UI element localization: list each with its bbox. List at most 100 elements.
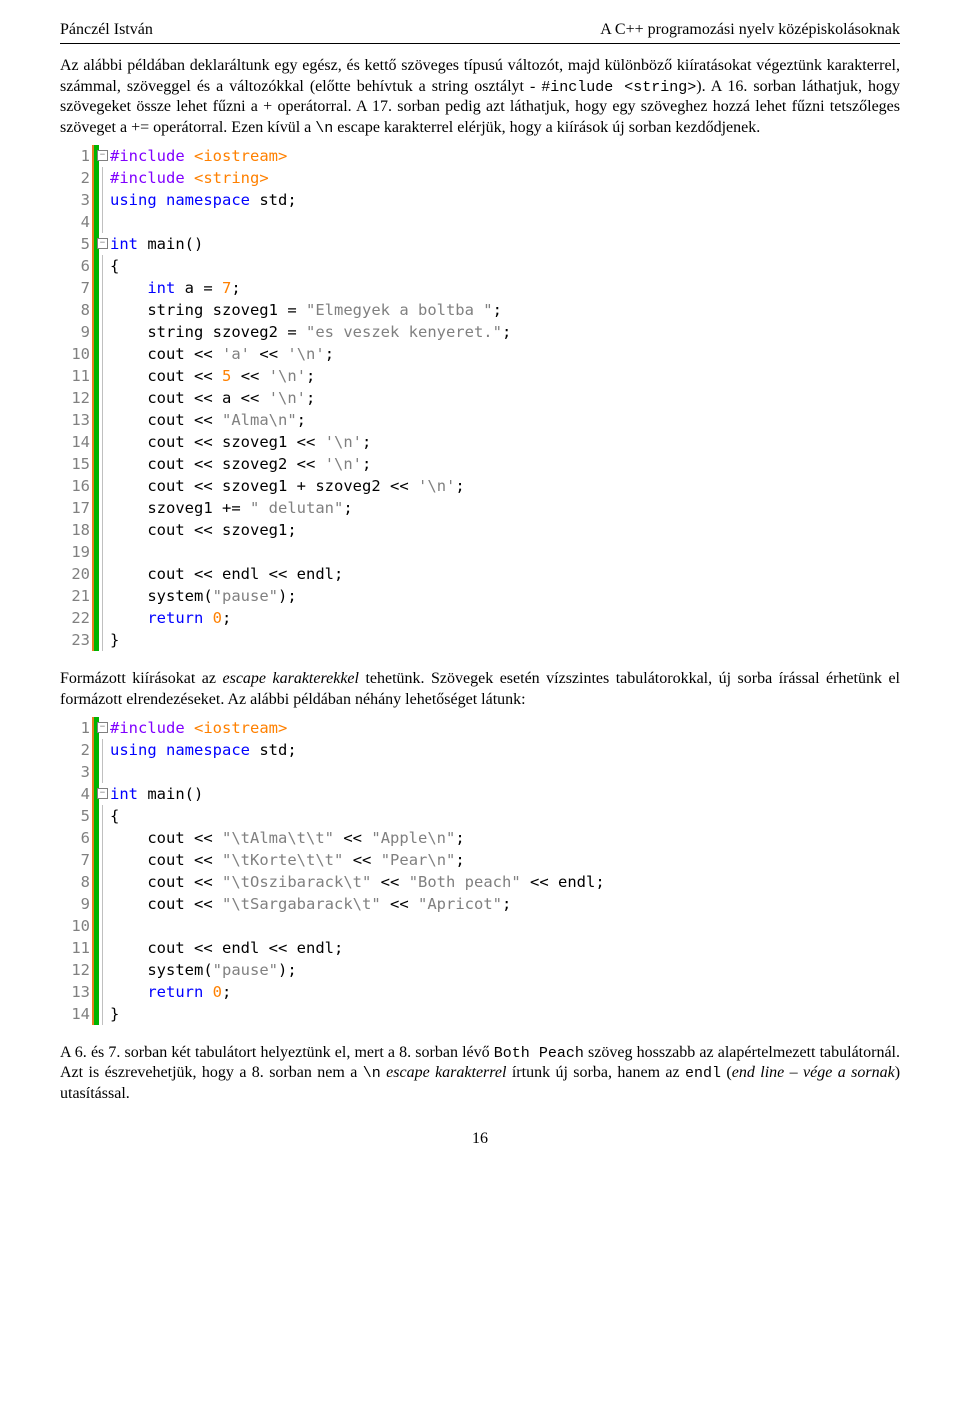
code-text <box>106 915 110 937</box>
para3-esc: \n <box>363 1065 381 1082</box>
code-text: int a = 7; <box>106 277 241 299</box>
line-number: 11 <box>60 365 92 387</box>
gutter-marker: − <box>92 145 106 167</box>
code-text: string szoveg2 = "es veszek kenyeret."; <box>106 321 511 343</box>
gutter-marker <box>92 849 106 871</box>
paragraph-1: Az alábbi példában deklaráltunk egy egés… <box>60 56 900 139</box>
gutter-marker <box>92 981 106 1003</box>
line-number: 7 <box>60 277 92 299</box>
gutter-marker <box>92 629 106 651</box>
header-author: Pánczél István <box>60 20 153 41</box>
header-title: A C++ programozási nyelv középiskolásokn… <box>600 20 900 41</box>
gutter-marker <box>92 1003 106 1025</box>
paragraph-3: A 6. és 7. sorban két tabulátort helyezt… <box>60 1043 900 1105</box>
code-text: cout << endl << endl; <box>106 937 343 959</box>
code-line: 12 cout << a << '\n'; <box>60 387 900 409</box>
para3-it2: end line – vége a sornak <box>732 1064 895 1081</box>
code-line: 2#include <string> <box>60 167 900 189</box>
code-text: cout << szoveg1 + szoveg2 << '\n'; <box>106 475 465 497</box>
gutter-marker <box>92 959 106 981</box>
line-number: 2 <box>60 739 92 761</box>
code-text <box>106 541 110 563</box>
code-text: { <box>106 255 119 277</box>
para3-code2: endl <box>685 1065 721 1082</box>
code-text: return 0; <box>106 607 231 629</box>
line-number: 10 <box>60 343 92 365</box>
code-text <box>106 211 110 233</box>
line-number: 14 <box>60 1003 92 1025</box>
code-line: 3using namespace std; <box>60 189 900 211</box>
code-line: 9 string szoveg2 = "es veszek kenyeret."… <box>60 321 900 343</box>
code-text: system("pause"); <box>106 959 297 981</box>
line-number: 16 <box>60 475 92 497</box>
para2-b: escape karakterekkel <box>223 670 359 687</box>
gutter-marker <box>92 893 106 915</box>
line-number: 5 <box>60 233 92 255</box>
gutter-marker <box>92 343 106 365</box>
line-number: 2 <box>60 167 92 189</box>
para1-esc: \n <box>315 120 333 137</box>
code-line: 7 cout << "\tKorte\t\t" << "Pear\n"; <box>60 849 900 871</box>
code-line: 8 string szoveg1 = "Elmegyek a boltba "; <box>60 299 900 321</box>
code-text: szoveg1 += " delutan"; <box>106 497 353 519</box>
line-number: 22 <box>60 607 92 629</box>
code-line: 23} <box>60 629 900 651</box>
gutter-marker <box>92 453 106 475</box>
gutter-marker <box>92 189 106 211</box>
gutter-marker <box>92 431 106 453</box>
code-line: 12 system("pause"); <box>60 959 900 981</box>
code-line: 13 cout << "Alma\n"; <box>60 409 900 431</box>
fold-toggle-icon[interactable]: − <box>97 722 108 733</box>
gutter-marker <box>92 563 106 585</box>
code-text: system("pause"); <box>106 585 297 607</box>
gutter-marker <box>92 805 106 827</box>
code-text: cout << szoveg1 << '\n'; <box>106 431 371 453</box>
code-line: 17 szoveg1 += " delutan"; <box>60 497 900 519</box>
code-line: 10 <box>60 915 900 937</box>
line-number: 20 <box>60 563 92 585</box>
line-number: 12 <box>60 959 92 981</box>
fold-toggle-icon[interactable]: − <box>97 238 108 249</box>
line-number: 11 <box>60 937 92 959</box>
code-text: { <box>106 805 119 827</box>
code-text: cout << "Alma\n"; <box>106 409 306 431</box>
gutter-marker <box>92 255 106 277</box>
gutter-marker <box>92 321 106 343</box>
gutter-marker <box>92 937 106 959</box>
fold-toggle-icon[interactable]: − <box>97 150 108 161</box>
code-line: 5{ <box>60 805 900 827</box>
line-number: 4 <box>60 211 92 233</box>
code-text: cout << a << '\n'; <box>106 387 315 409</box>
gutter-marker <box>92 475 106 497</box>
code-text: #include <iostream> <box>106 145 287 167</box>
code-line: 10 cout << 'a' << '\n'; <box>60 343 900 365</box>
paragraph-2: Formázott kiírásokat az escape karaktere… <box>60 669 900 711</box>
line-number: 17 <box>60 497 92 519</box>
code-line: 22 return 0; <box>60 607 900 629</box>
code-line: 21 system("pause"); <box>60 585 900 607</box>
line-number: 15 <box>60 453 92 475</box>
line-number: 9 <box>60 321 92 343</box>
line-number: 7 <box>60 849 92 871</box>
line-number: 19 <box>60 541 92 563</box>
code-block-2: 1−#include <iostream>2using namespace st… <box>60 717 900 1025</box>
gutter-marker <box>92 519 106 541</box>
line-number: 4 <box>60 783 92 805</box>
code-text: return 0; <box>106 981 231 1003</box>
gutter-marker <box>92 365 106 387</box>
line-number: 3 <box>60 761 92 783</box>
gutter-marker: − <box>92 233 106 255</box>
gutter-marker <box>92 585 106 607</box>
line-number: 6 <box>60 255 92 277</box>
line-number: 13 <box>60 409 92 431</box>
code-line: 19 <box>60 541 900 563</box>
line-number: 13 <box>60 981 92 1003</box>
gutter-marker <box>92 739 106 761</box>
code-text: cout << szoveg2 << '\n'; <box>106 453 371 475</box>
line-number: 10 <box>60 915 92 937</box>
gutter-marker <box>92 211 106 233</box>
gutter-marker <box>92 761 106 783</box>
line-number: 23 <box>60 629 92 651</box>
fold-toggle-icon[interactable]: − <box>97 788 108 799</box>
line-number: 3 <box>60 189 92 211</box>
